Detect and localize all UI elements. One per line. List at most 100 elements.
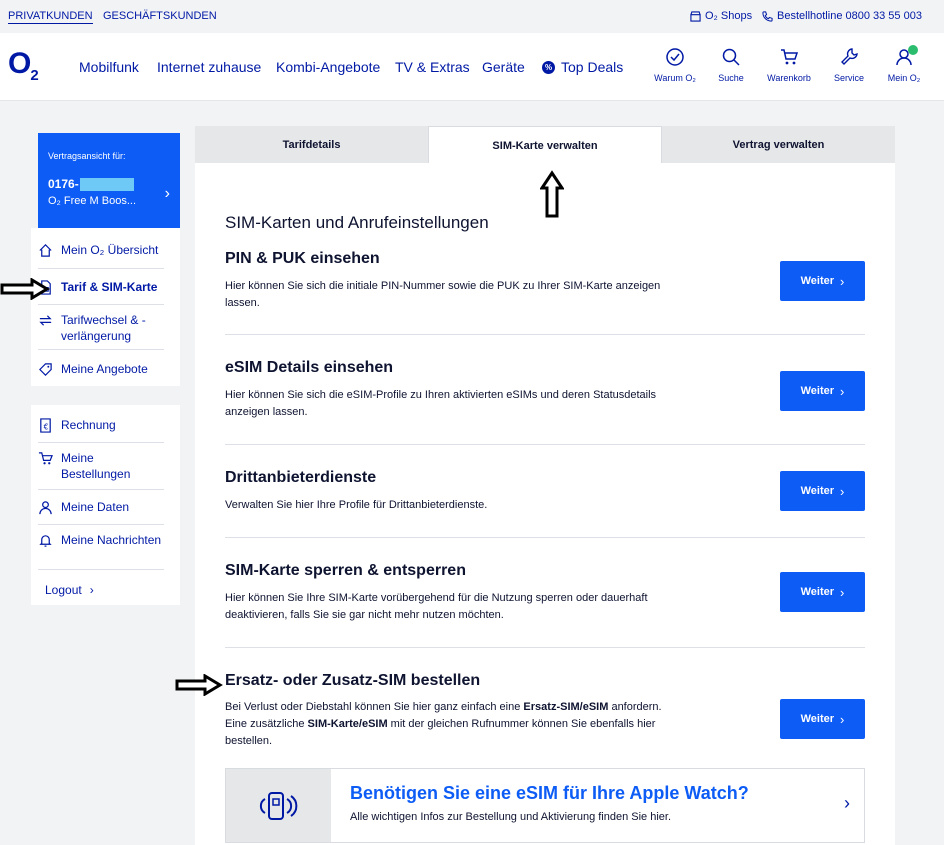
annotation-arrow-right-icon — [175, 674, 223, 696]
store-icon — [690, 10, 701, 22]
weiter-button[interactable]: Weiter › — [780, 572, 865, 612]
tab-sim-karte-verwalten[interactable]: SIM-Karte verwalten — [428, 126, 662, 164]
content-panel: SIM-Karten und Anrufeinstellungen PIN & … — [175, 163, 895, 845]
percent-icon: % — [542, 60, 555, 74]
divider — [38, 524, 164, 525]
warum-o2-button[interactable]: Warum O₂ — [645, 47, 705, 83]
search-button[interactable]: Suche — [701, 47, 761, 83]
utility-bar: PRIVATKUNDEN GESCHÄFTSKUNDEN O₂ Shops Be… — [0, 0, 944, 33]
sidebar-item-tarifwechsel[interactable]: Tarifwechsel & -verlängerung — [38, 312, 164, 344]
mein-o2-button[interactable]: Mein O₂ — [874, 45, 934, 83]
user-icon — [39, 501, 52, 515]
divider — [38, 489, 164, 490]
privatkunden-link[interactable]: PRIVATKUNDEN — [8, 10, 93, 24]
sidebar-item-angebote[interactable]: Meine Angebote — [38, 361, 164, 377]
nav-geraete[interactable]: Geräte — [482, 59, 525, 75]
bell-icon — [39, 535, 52, 547]
logout-link[interactable]: Logout › — [45, 582, 171, 598]
item-desc: Hier können Sie sich die eSIM-Profile zu… — [225, 389, 657, 418]
sidebar-item-daten[interactable]: Meine Daten — [38, 499, 164, 515]
search-icon — [722, 48, 740, 66]
phone-icon — [762, 10, 773, 22]
sidebar-item-bestellungen[interactable]: Meine Bestellungen — [38, 450, 164, 482]
nav-kombi[interactable]: Kombi-Angebote — [276, 59, 380, 75]
sidebar-label: Meine Angebote — [61, 362, 148, 376]
phone-prefix: 0176- — [48, 177, 79, 191]
divider — [38, 569, 164, 570]
search-label: Suche — [718, 73, 744, 83]
button-label: Weiter — [800, 385, 835, 397]
wrench-icon — [841, 48, 858, 65]
sidebar-label: Meine Bestellungen — [61, 451, 131, 481]
sidebar-label: Meine Nachrichten — [61, 533, 162, 547]
mein-label: Mein O₂ — [887, 73, 921, 83]
nav-mobilfunk[interactable]: Mobilfunk — [79, 59, 139, 75]
geschaeftskunden-link[interactable]: GESCHÄFTSKUNDEN — [103, 10, 217, 22]
sidebar-item-rechnung[interactable]: € Rechnung — [38, 417, 164, 433]
top-deals-label: Top Deals — [561, 59, 624, 75]
sidebar-label: Rechnung — [61, 418, 116, 432]
o2-logo[interactable]: O2 — [8, 47, 39, 84]
home-icon — [39, 244, 52, 257]
item-title: eSIM Details einsehen — [225, 359, 394, 376]
chevron-right-icon: › — [164, 185, 170, 202]
annotation-arrow-up-icon — [540, 170, 564, 218]
divider — [38, 442, 164, 443]
tab-tarifdetails[interactable]: Tarifdetails — [195, 126, 428, 163]
desc-bold: SIM-Karte/eSIM — [307, 718, 388, 730]
sidebar-item-uebersicht[interactable]: Mein O₂ Übersicht — [38, 242, 164, 258]
contract-selector[interactable]: Vertragsansicht für: 0176- O₂ Free M Boo… — [38, 133, 180, 228]
chevron-right-icon: › — [844, 793, 850, 813]
sidebar-item-tarif-sim[interactable]: Tarif & SIM-Karte — [38, 279, 164, 295]
logged-in-badge — [908, 45, 918, 55]
button-label: Weiter — [800, 275, 835, 287]
nav-internet[interactable]: Internet zuhause — [157, 59, 261, 75]
weiter-button[interactable]: Weiter › — [780, 371, 865, 411]
desc-text: anfordern. — [608, 701, 662, 713]
hotline-link[interactable]: Bestellhotline 0800 33 55 003 — [762, 10, 922, 22]
sidebar-group-account: € Rechnung Meine Bestellungen Meine Date… — [31, 405, 180, 605]
item-title: SIM-Karte sperren & entsperren — [225, 562, 466, 579]
item-title: PIN & PUK einsehen — [225, 250, 380, 267]
sidebar-label: Tarif & SIM-Karte — [61, 280, 158, 294]
nav-tv-extras[interactable]: TV & Extras — [395, 59, 470, 75]
nav-top-deals[interactable]: % Top Deals — [542, 59, 623, 75]
masked-number — [79, 177, 134, 191]
section-title: SIM-Karten und Anrufeinstellungen — [225, 213, 489, 232]
tab-vertrag-verwalten[interactable]: Vertrag verwalten — [662, 126, 895, 163]
svg-text:€: € — [44, 422, 49, 431]
divider — [225, 537, 865, 538]
weiter-button[interactable]: Weiter › — [780, 261, 865, 301]
desc-bold: Ersatz-SIM/eSIM — [523, 701, 609, 713]
warum-label: Warum O₂ — [654, 73, 696, 83]
chevron-right-icon: › — [840, 273, 845, 289]
sidebar-group-main: Mein O₂ Übersicht Tarif & SIM-Karte Tari… — [31, 228, 180, 386]
smartwatch-icon — [259, 791, 297, 820]
service-button[interactable]: Service — [819, 47, 879, 83]
divider — [225, 444, 865, 445]
cart-icon — [38, 452, 53, 465]
shops-label: O₂ Shops — [705, 10, 753, 22]
cart-button[interactable]: Warenkorb — [759, 47, 819, 83]
item-desc: Bei Verlust oder Diebstahl können Sie hi… — [225, 699, 665, 750]
item-desc: Verwalten Sie hier Ihre Profile für Drit… — [225, 499, 488, 511]
logo-sub: 2 — [30, 67, 38, 84]
item-title: Drittanbieterdienste — [225, 469, 377, 486]
sidebar-label: Mein O₂ Übersicht — [61, 243, 159, 257]
tag-icon — [39, 363, 52, 376]
sidebar-item-nachrichten[interactable]: Meine Nachrichten — [38, 532, 164, 548]
apple-watch-esim-banner[interactable]: Benötigen Sie eine eSIM für Ihre Apple W… — [225, 768, 865, 843]
item-title: Ersatz- oder Zusatz-SIM bestellen — [225, 672, 481, 689]
desc-text: Eine zusätzliche — [225, 718, 308, 730]
weiter-button[interactable]: Weiter › — [780, 699, 865, 739]
chevron-right-icon: › — [840, 584, 845, 600]
chevron-right-icon: › — [840, 711, 845, 727]
logout-label: Logout — [45, 583, 82, 597]
contract-number: 0176- — [48, 177, 170, 191]
chevron-right-icon: › — [840, 383, 845, 399]
button-label: Weiter — [800, 485, 835, 497]
shops-link[interactable]: O₂ Shops — [690, 10, 752, 22]
divider — [225, 647, 865, 648]
contract-plan: O₂ Free M Boos... — [48, 195, 137, 207]
weiter-button[interactable]: Weiter › — [780, 471, 865, 511]
